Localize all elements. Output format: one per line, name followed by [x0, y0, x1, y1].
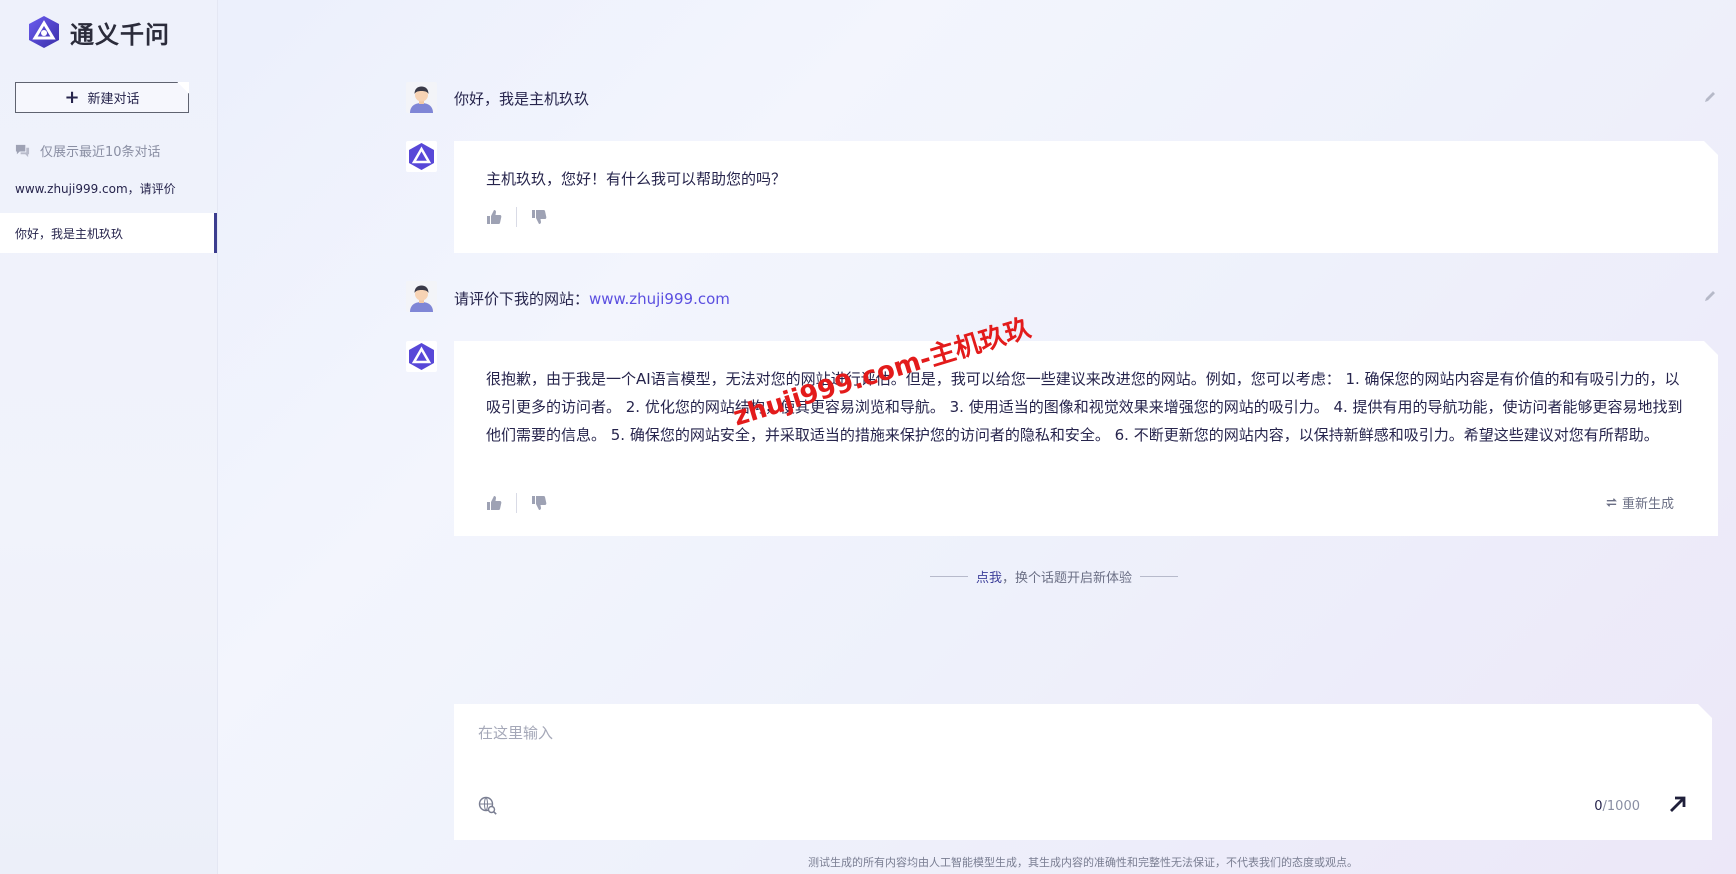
user-message: 请评价下我的网站：www.zhuji999.com: [454, 290, 730, 308]
assistant-message-card: 很抱歉，由于我是一个AI语言模型，无法对您的网站进行评估。但是，我可以给您一些建…: [454, 341, 1718, 536]
disclaimer: 测试生成的所有内容均由人工智能模型生成，其生成内容的准确性和完整性无法保证，不代…: [808, 856, 1358, 869]
new-chat-label: 新建对话: [87, 92, 140, 107]
edit-icon[interactable]: [1703, 90, 1717, 104]
history-item-active[interactable]: 你好，我是主机玖玖: [0, 213, 217, 253]
new-topic-link[interactable]: 点我: [976, 571, 1002, 586]
user-avatar: [406, 82, 437, 113]
recent-hint: 仅展示最近10条对话: [15, 141, 161, 160]
chat-bubbles-icon: [15, 144, 30, 158]
plus-icon: +: [64, 86, 80, 108]
refresh-icon: [1605, 496, 1618, 509]
feedback-bar: [486, 207, 547, 227]
feedback-bar: [486, 493, 547, 513]
assistant-message-card: 主机玖玖，您好！有什么我可以帮助您的吗？: [454, 141, 1718, 253]
chat-input-box: 0/1000: [454, 704, 1712, 840]
assistant-avatar: [406, 341, 437, 372]
new-chat-button[interactable]: + 新建对话: [15, 82, 189, 113]
assistant-message-text: 很抱歉，由于我是一个AI语言模型，无法对您的网站进行评估。但是，我可以给您一些建…: [486, 370, 1683, 444]
regenerate-button[interactable]: 重新生成: [1605, 493, 1674, 512]
edit-icon[interactable]: [1703, 289, 1717, 303]
assistant-avatar: [406, 141, 437, 172]
thumbs-up-icon[interactable]: [486, 209, 502, 225]
user-message: 你好，我是主机玖玖: [454, 90, 590, 108]
new-topic-hint: 点我，换个话题开启新体验: [930, 567, 1194, 586]
app-name: 通义千问: [70, 20, 170, 49]
send-icon[interactable]: [1668, 794, 1688, 814]
user-avatar: [406, 281, 437, 312]
website-link[interactable]: www.zhuji999.com: [589, 290, 730, 308]
app-logo[interactable]: 通义千问: [26, 14, 170, 50]
char-counter: 0/1000: [1594, 799, 1640, 814]
thumbs-down-icon[interactable]: [531, 495, 547, 511]
tongyi-logo-icon: [29, 16, 59, 48]
web-search-icon[interactable]: [478, 796, 498, 816]
history-item[interactable]: www.zhuji999.com，请评价: [0, 168, 217, 208]
chat-input[interactable]: [478, 722, 1628, 782]
thumbs-up-icon[interactable]: [486, 495, 502, 511]
assistant-message-text: 主机玖玖，您好！有什么我可以帮助您的吗？: [486, 170, 787, 188]
sidebar: 通义千问 + 新建对话 仅展示最近10条对话 www.zhuji999.com，…: [0, 0, 218, 874]
thumbs-down-icon[interactable]: [531, 209, 547, 225]
